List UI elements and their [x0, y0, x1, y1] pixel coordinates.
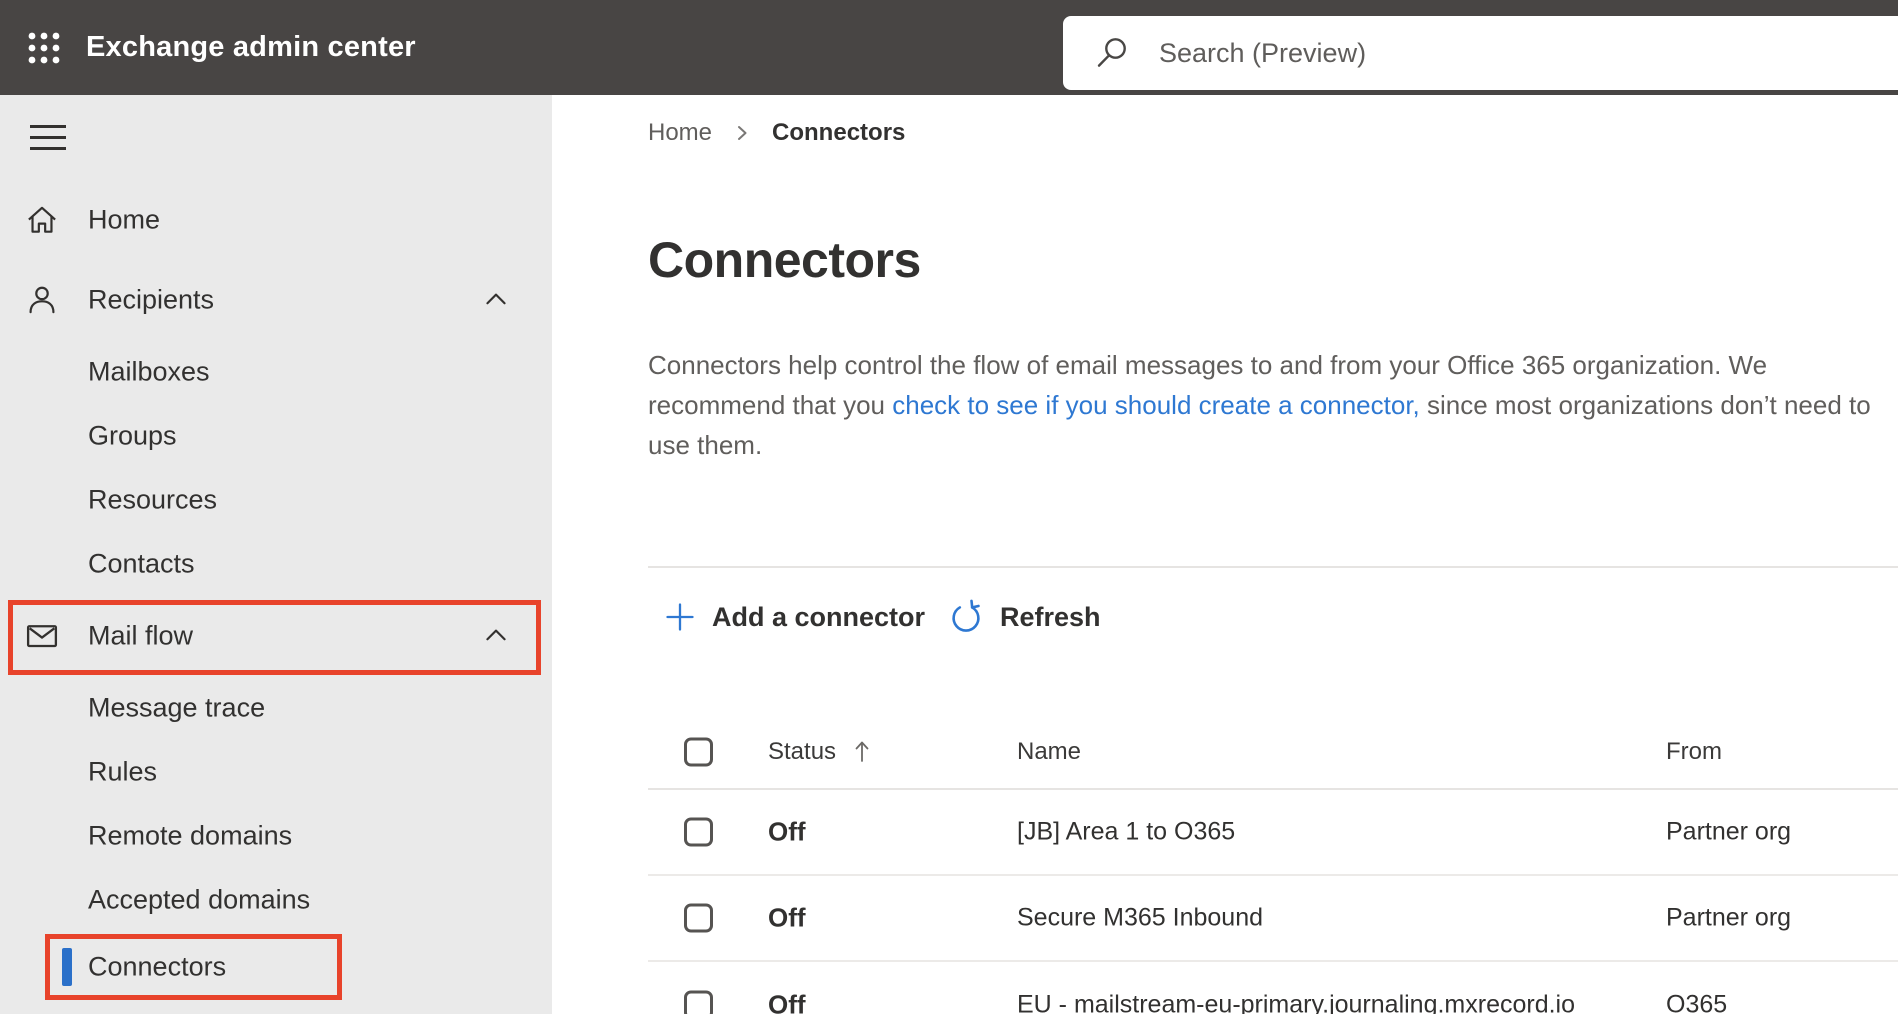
table-header-row: Status Name From: [648, 716, 1898, 790]
sidebar-item-label: Groups: [88, 420, 177, 451]
refresh-icon: [948, 599, 984, 635]
cell-from: Partner org: [1666, 903, 1792, 932]
row-checkbox[interactable]: [684, 817, 713, 847]
selected-item-indicator: [62, 948, 72, 986]
row-checkbox[interactable]: [684, 990, 713, 1014]
cell-name: Secure M365 Inbound: [1017, 903, 1264, 932]
cell-name: [JB] Area 1 to O365: [1017, 817, 1236, 846]
cell-status: Off: [768, 989, 806, 1014]
column-header-status[interactable]: Status: [768, 738, 836, 766]
search-box[interactable]: [1063, 16, 1898, 90]
search-icon: [1093, 34, 1131, 72]
sidebar-item-label: Message trace: [88, 692, 266, 723]
sidebar-item-remote-domains[interactable]: Remote domains: [0, 804, 552, 868]
left-navigation: Home Recipients Mailboxes Groups Resourc…: [0, 95, 552, 1014]
sidebar-item-rules[interactable]: Rules: [0, 740, 552, 804]
page-description: Connectors help control the flow of emai…: [648, 345, 1873, 465]
cell-status: Off: [768, 816, 806, 847]
nav-toggle-hamburger-icon[interactable]: [30, 125, 66, 151]
sidebar-item-label: Remote domains: [88, 820, 293, 851]
create-connector-check-link[interactable]: check to see if you should create a conn…: [892, 390, 1420, 420]
sidebar-item-label: Accepted domains: [88, 884, 311, 915]
sidebar-item-label: Home: [88, 204, 161, 235]
column-header-name[interactable]: Name: [1017, 738, 1081, 766]
sidebar-item-resources[interactable]: Resources: [0, 468, 552, 532]
breadcrumb-home-link[interactable]: Home: [648, 119, 712, 147]
row-checkbox[interactable]: [684, 903, 713, 933]
table-row[interactable]: Off EU - mailstream-eu-primary.journalin…: [648, 962, 1898, 1014]
top-app-bar: Exchange admin center: [0, 0, 1898, 95]
chevron-up-icon[interactable]: [480, 284, 512, 316]
breadcrumb: Home Connectors: [648, 117, 905, 149]
add-connector-label: Add a connector: [712, 601, 926, 632]
table-row[interactable]: Off Secure M365 Inbound Partner org: [648, 876, 1898, 962]
sidebar-item-label: Mail flow: [88, 620, 194, 651]
sort-ascending-icon: [852, 738, 872, 766]
sidebar-item-contacts[interactable]: Contacts: [0, 532, 552, 596]
breadcrumb-current: Connectors: [772, 119, 906, 146]
sidebar-item-connectors[interactable]: Connectors: [0, 932, 552, 1002]
sidebar-item-accepted-domains[interactable]: Accepted domains: [0, 868, 552, 932]
sidebar-item-label: Rules: [88, 756, 158, 787]
search-input[interactable]: [1157, 36, 1878, 70]
table-row[interactable]: Off [JB] Area 1 to O365 Partner org: [648, 790, 1898, 876]
sidebar-item-groups[interactable]: Groups: [0, 404, 552, 468]
column-header-from[interactable]: From: [1666, 738, 1722, 766]
sidebar-item-label: Mailboxes: [88, 356, 210, 387]
toolbar-divider: [648, 566, 1898, 568]
exchange-admin-center-window: Exchange admin center Home: [0, 0, 1898, 1014]
sidebar-item-home[interactable]: Home: [0, 180, 552, 260]
app-title: Exchange admin center: [86, 31, 416, 63]
refresh-label: Refresh: [1000, 601, 1101, 632]
select-all-checkbox[interactable]: [684, 737, 713, 767]
sidebar-item-message-trace[interactable]: Message trace: [0, 676, 552, 740]
mail-icon: [24, 618, 60, 654]
refresh-button[interactable]: Refresh: [948, 591, 1101, 643]
sidebar-item-label: Connectors: [88, 951, 227, 982]
app-launcher-icon[interactable]: [26, 30, 62, 66]
person-icon: [24, 282, 60, 318]
sidebar-item-mailboxes[interactable]: Mailboxes: [0, 340, 552, 404]
plus-icon: [664, 601, 696, 633]
chevron-up-icon[interactable]: [480, 620, 512, 652]
chevron-right-icon: [732, 123, 752, 143]
cell-from: Partner org: [1666, 817, 1792, 846]
sidebar-item-label: Contacts: [88, 548, 195, 579]
sidebar-item-label: Resources: [88, 484, 218, 515]
cell-status: Off: [768, 902, 806, 933]
sidebar-item-mail-flow[interactable]: Mail flow: [0, 596, 552, 676]
cell-name: EU - mailstream-eu-primary.journaling.mx…: [1017, 990, 1576, 1014]
main-content: Home Connectors Connectors Connectors he…: [552, 95, 1898, 1014]
command-bar: Add a connector Refresh: [648, 591, 1898, 643]
page-title: Connectors: [648, 232, 921, 288]
add-connector-button[interactable]: Add a connector: [664, 591, 925, 643]
cell-from: O365: [1666, 990, 1728, 1014]
home-icon: [24, 202, 60, 238]
sidebar-item-label: Recipients: [88, 284, 215, 315]
sidebar-item-recipients[interactable]: Recipients: [0, 260, 552, 340]
